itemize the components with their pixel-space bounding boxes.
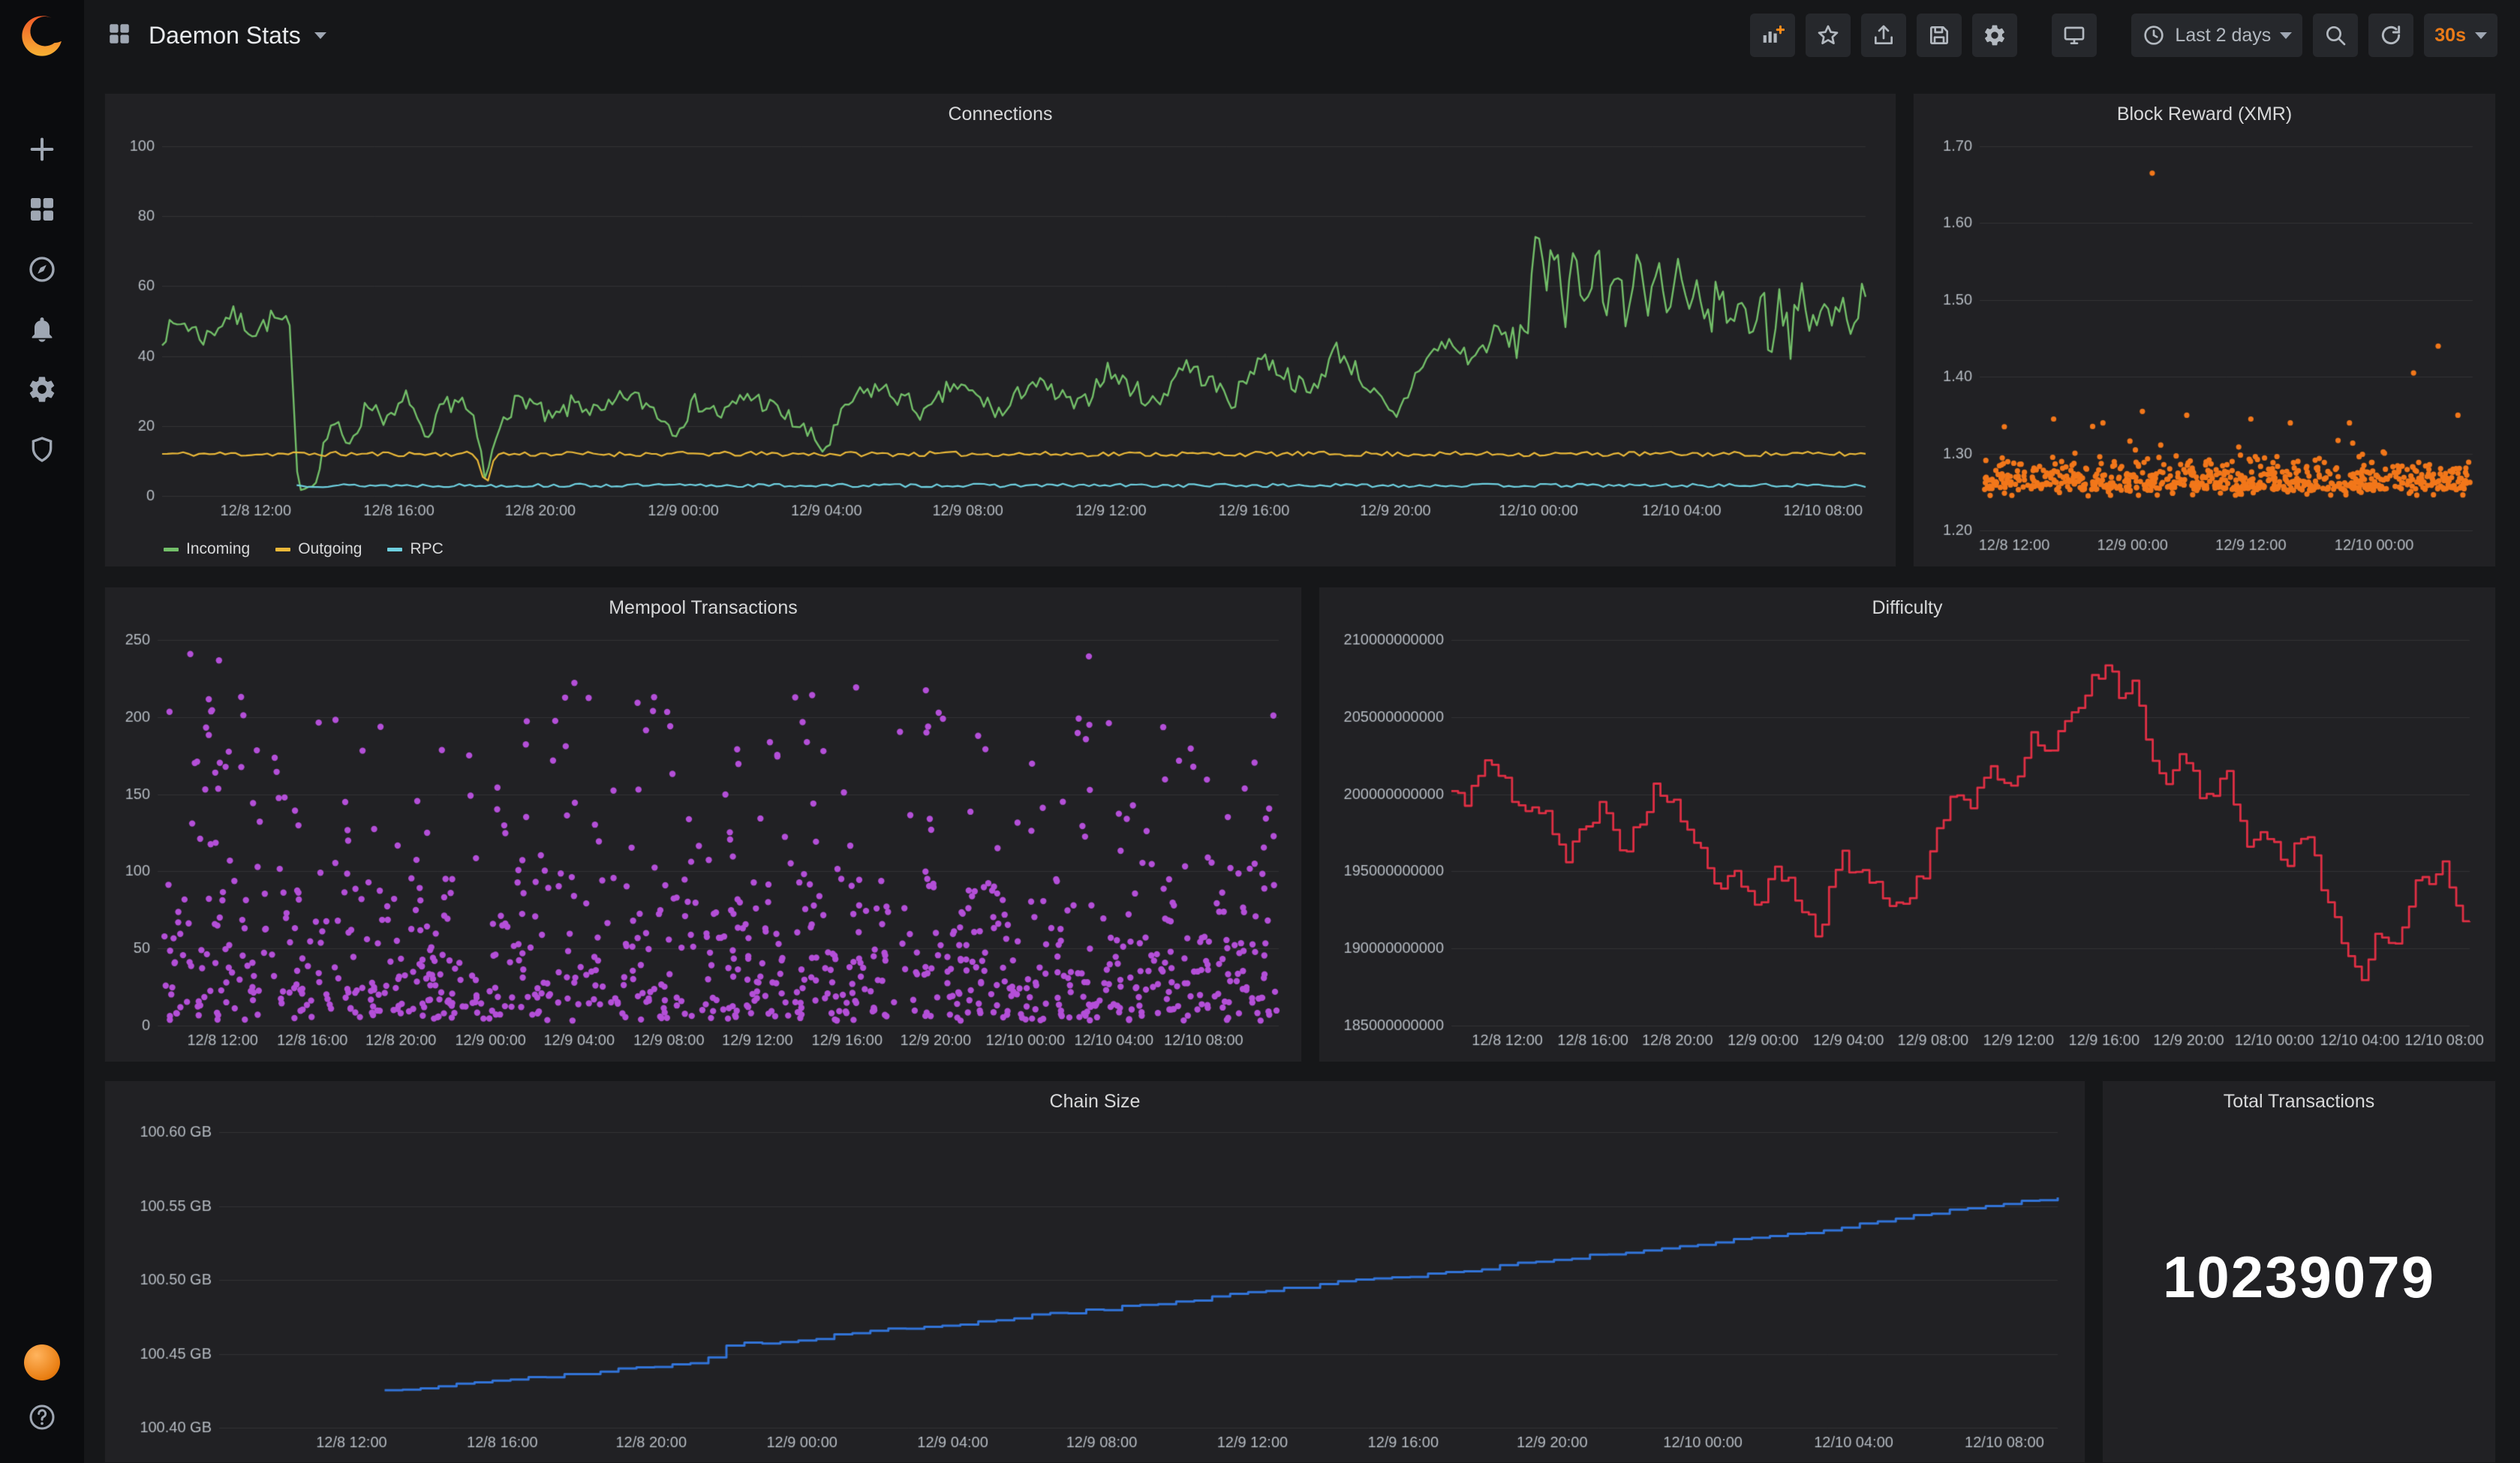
save-button[interactable] bbox=[1917, 14, 1962, 57]
panel-title-total-transactions[interactable]: Total Transactions bbox=[2103, 1081, 2495, 1122]
panel-title-connections[interactable]: Connections bbox=[105, 94, 1896, 134]
difficulty-chart[interactable] bbox=[1319, 628, 2495, 1062]
top-navbar: Daemon Stats Last 2 days bbox=[84, 0, 2520, 71]
legend-swatch-icon bbox=[275, 548, 290, 551]
panel-difficulty: Difficulty bbox=[1319, 587, 2496, 1062]
time-range-caret-icon bbox=[2280, 32, 2292, 39]
mempool-chart[interactable] bbox=[105, 628, 1301, 1062]
panel-chain-size: Chain Size bbox=[104, 1080, 2085, 1463]
legend-item-rpc[interactable]: RPC bbox=[387, 540, 443, 558]
zoom-out-button[interactable] bbox=[2313, 14, 2358, 57]
legend-label: RPC bbox=[410, 540, 443, 558]
alerting-bell-icon[interactable] bbox=[25, 312, 59, 347]
time-range-label: Last 2 days bbox=[2175, 25, 2271, 47]
sidebar bbox=[0, 0, 84, 1463]
legend-label: Incoming bbox=[186, 540, 250, 558]
grafana-logo[interactable] bbox=[18, 12, 66, 60]
admin-shield-icon[interactable] bbox=[25, 432, 59, 467]
title-caret-icon[interactable] bbox=[314, 32, 326, 39]
legend-item-incoming[interactable]: Incoming bbox=[164, 540, 250, 558]
refresh-button[interactable] bbox=[2368, 14, 2413, 57]
refresh-interval-label: 30s bbox=[2434, 25, 2466, 47]
panel-block-reward: Block Reward (XMR) bbox=[1913, 93, 2496, 567]
legend-item-outgoing[interactable]: Outgoing bbox=[275, 540, 362, 558]
help-icon[interactable] bbox=[25, 1400, 59, 1434]
panel-connections: Connections Incoming Outgoing RPC bbox=[104, 93, 1896, 567]
panel-title-chain-size[interactable]: Chain Size bbox=[105, 1081, 2085, 1122]
legend-swatch-icon bbox=[164, 548, 179, 551]
panel-mempool: Mempool Transactions bbox=[104, 587, 1302, 1062]
time-range-picker[interactable]: Last 2 days bbox=[2131, 14, 2302, 57]
connections-chart[interactable] bbox=[105, 134, 1896, 532]
create-plus-icon[interactable] bbox=[25, 132, 59, 167]
block-reward-chart[interactable] bbox=[1914, 134, 2495, 566]
user-avatar[interactable] bbox=[24, 1344, 60, 1380]
panel-title-mempool[interactable]: Mempool Transactions bbox=[105, 587, 1301, 628]
explore-compass-icon[interactable] bbox=[25, 252, 59, 287]
legend-swatch-icon bbox=[387, 548, 402, 551]
panel-total-transactions: Total Transactions 10239079 bbox=[2102, 1080, 2496, 1463]
share-button[interactable] bbox=[1861, 14, 1906, 57]
cycle-view-monitor-button[interactable] bbox=[2052, 14, 2097, 57]
dashboard-title[interactable]: Daemon Stats bbox=[149, 22, 301, 50]
panel-title-difficulty[interactable]: Difficulty bbox=[1319, 587, 2495, 628]
star-button[interactable] bbox=[1806, 14, 1851, 57]
refresh-interval-caret-icon bbox=[2475, 32, 2487, 39]
dashboard-apps-icon[interactable] bbox=[107, 21, 135, 50]
refresh-interval-picker[interactable]: 30s bbox=[2424, 14, 2497, 57]
dashboards-grid-icon[interactable] bbox=[25, 192, 59, 227]
total-transactions-value: 10239079 bbox=[2163, 1243, 2435, 1311]
configuration-gear-icon[interactable] bbox=[25, 372, 59, 407]
legend-label: Outgoing bbox=[298, 540, 362, 558]
panel-title-block-reward[interactable]: Block Reward (XMR) bbox=[1914, 94, 2495, 134]
connections-legend: Incoming Outgoing RPC bbox=[105, 532, 1896, 566]
chain-size-chart[interactable] bbox=[105, 1122, 2085, 1462]
add-panel-button[interactable] bbox=[1750, 14, 1795, 57]
dashboard-settings-button[interactable] bbox=[1972, 14, 2017, 57]
